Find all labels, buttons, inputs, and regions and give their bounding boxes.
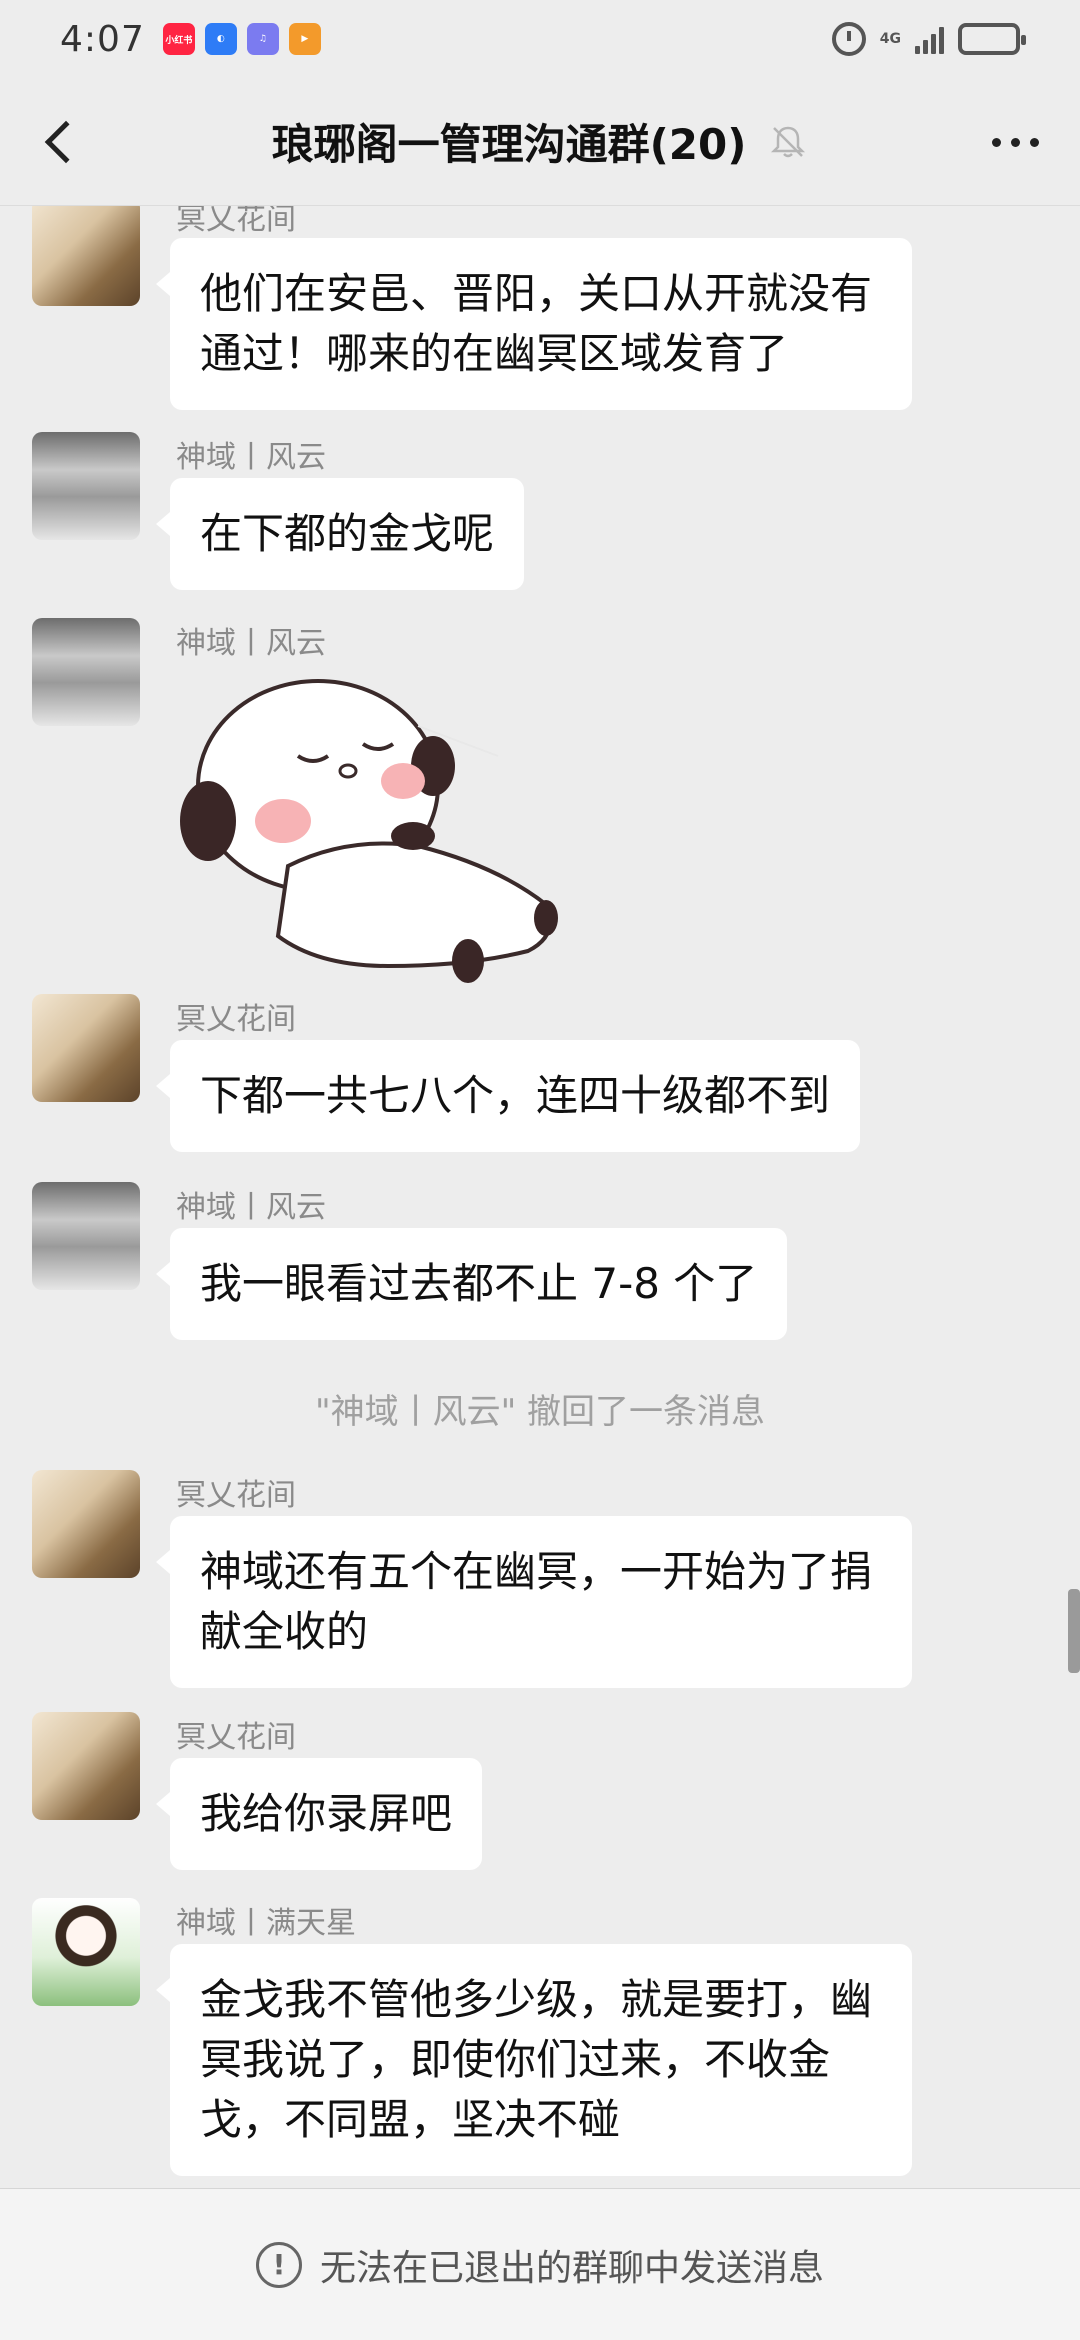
- sender-name: 冥乂花间: [176, 206, 296, 237]
- battery-icon: [958, 23, 1026, 55]
- sleeping-panda-sticker[interactable]: [168, 666, 580, 996]
- input-disabled-footer: ! 无法在已退出的群聊中发送消息: [0, 2188, 1080, 2340]
- more-options-button[interactable]: [980, 122, 1050, 162]
- avatar[interactable]: [32, 432, 140, 540]
- message-bubble[interactable]: 我一眼看过去都不止 7-8 个了: [155, 1228, 788, 1340]
- xiaohongshu-icon: 小红书: [162, 23, 195, 55]
- message-bubble[interactable]: 金戈我不管他多少级，就是要打，幽冥我说了，即使你们过来，不收金戈，不同盟，坚决不…: [156, 1944, 912, 2176]
- more-dot-icon: [1010, 137, 1020, 147]
- cannot-send-notice: 无法在已退出的群聊中发送消息: [319, 2247, 824, 2289]
- chat-message-list[interactable]: 冥乂花间 他们在安邑、晋阳，关口从开就没有通过！哪来的在幽冥区域发育了 神域丨风…: [0, 206, 1080, 2188]
- mute-bell-icon: [771, 126, 806, 157]
- title-area: 琅琊阁一管理沟通群(20): [272, 111, 809, 172]
- notification-app-icons: 小红书 ◐ ♫ ▶: [162, 23, 321, 55]
- sender-name: 神域丨满天星: [176, 1906, 356, 1941]
- avatar[interactable]: [32, 1182, 140, 1290]
- sender-name: 神域丨风云: [176, 1190, 326, 1225]
- info-icon: !: [255, 2241, 302, 2288]
- avatar[interactable]: [32, 618, 140, 726]
- message-bubble[interactable]: 我给你录屏吧: [155, 1758, 483, 1870]
- back-button[interactable]: [30, 112, 90, 172]
- sender-name: 冥乂花间: [176, 1478, 296, 1513]
- app-icon: ◐: [204, 23, 237, 55]
- status-indicators: 4G: [831, 22, 1026, 56]
- scrollbar-handle[interactable]: [1068, 1589, 1080, 1673]
- music-icon: ♫: [246, 23, 279, 55]
- chat-title: 琅琊阁一管理沟通群(20): [271, 120, 747, 169]
- avatar[interactable]: [32, 206, 140, 306]
- avatar[interactable]: [32, 1898, 140, 2006]
- recall-notice: "神域丨风云" 撤回了一条消息: [314, 1392, 766, 1432]
- signal-icon: [915, 24, 944, 54]
- avatar[interactable]: [32, 994, 140, 1102]
- video-play-icon: ▶: [288, 23, 321, 55]
- message-bubble[interactable]: 在下都的金戈呢: [155, 478, 525, 590]
- sender-name: 冥乂花间: [176, 1720, 296, 1755]
- message-bubble[interactable]: 下都一共七八个，连四十级都不到: [155, 1040, 861, 1152]
- message-bubble[interactable]: 他们在安邑、晋阳，关口从开就没有通过！哪来的在幽冥区域发育了: [156, 238, 912, 410]
- sender-name: 神域丨风云: [176, 440, 326, 475]
- more-dot-icon: [991, 137, 1001, 147]
- status-time: 4:07: [60, 18, 145, 60]
- chevron-left-icon: [44, 120, 88, 164]
- avatar[interactable]: [32, 1470, 140, 1578]
- chat-header: 琅琊阁一管理沟通群(20): [0, 78, 1080, 206]
- more-dot-icon: [1029, 137, 1039, 147]
- sender-name: 冥乂花间: [176, 1002, 296, 1037]
- avatar[interactable]: [32, 1712, 140, 1820]
- alarm-icon: [831, 22, 866, 56]
- status-bar: 4:07 小红书 ◐ ♫ ▶ 4G: [0, 0, 1080, 78]
- message-bubble[interactable]: 神域还有五个在幽冥，一开始为了捐献全收的: [156, 1516, 912, 1688]
- sender-name: 神域丨风云: [176, 626, 326, 661]
- network-type: 4G: [879, 31, 901, 47]
